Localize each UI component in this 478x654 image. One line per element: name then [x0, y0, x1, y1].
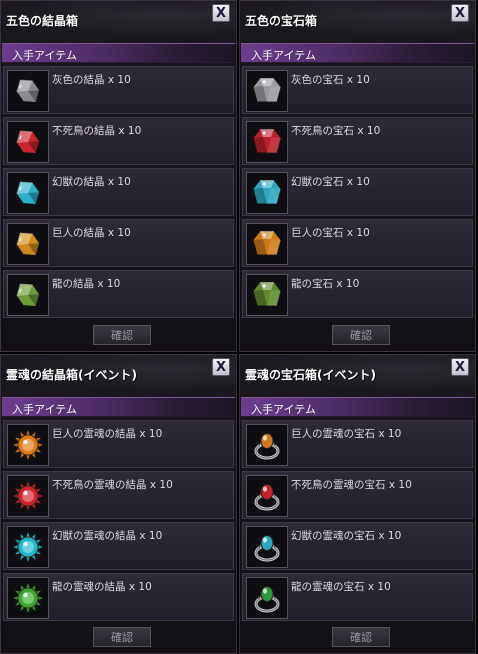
section-header: 入手アイテム	[2, 43, 235, 63]
list-item[interactable]: 巨人の宝石 x 10	[242, 219, 473, 267]
dragon-crystal-icon	[7, 274, 49, 316]
item-label: 龍の結晶 x 10	[52, 278, 121, 290]
giant-soul-crystal-icon	[7, 424, 49, 466]
list-item[interactable]: 巨人の霊魂の結晶 x 10	[3, 420, 234, 468]
list-item[interactable]: 幻獣の結晶 x 10	[3, 168, 234, 216]
window-title: 五色の宝石箱	[245, 14, 318, 28]
item-label: 巨人の霊魂の結晶 x 10	[52, 428, 163, 440]
item-list: 巨人の霊魂の宝石 x 10 不死鳥の霊魂の宝石 x 10 幻獣の霊魂の宝石 x …	[242, 420, 473, 624]
phantom-soul-crystal-icon	[7, 526, 49, 568]
phoenix-gem-icon	[246, 121, 288, 163]
window-title: 五色の結晶箱	[6, 14, 79, 28]
item-label: 灰色の結晶 x 10	[52, 74, 131, 86]
list-item[interactable]: 幻獣の霊魂の宝石 x 10	[242, 522, 473, 570]
item-label: 巨人の霊魂の宝石 x 10	[291, 428, 402, 440]
list-item[interactable]: 龍の結晶 x 10	[3, 270, 234, 318]
close-icon: X	[454, 5, 466, 21]
list-item[interactable]: 灰色の宝石 x 10	[242, 66, 473, 114]
list-item[interactable]: 不死鳥の霊魂の宝石 x 10	[242, 471, 473, 519]
list-item[interactable]: 巨人の霊魂の宝石 x 10	[242, 420, 473, 468]
item-label: 灰色の宝石 x 10	[291, 74, 370, 86]
confirm-label: 確認	[350, 329, 372, 342]
dragon-soul-crystal-icon	[7, 577, 49, 619]
gem-box-window: 五色の宝石箱 X 入手アイテム 灰色の宝石 x 10 不死鳥の宝石 x 10 幻…	[239, 0, 476, 352]
close-icon: X	[215, 5, 227, 21]
item-label: 幻獣の霊魂の結晶 x 10	[52, 530, 163, 542]
item-label: 巨人の結晶 x 10	[52, 227, 131, 239]
phantom-gem-icon	[246, 172, 288, 214]
giant-gem-icon	[246, 223, 288, 265]
list-item[interactable]: 不死鳥の結晶 x 10	[3, 117, 234, 165]
list-item[interactable]: 龍の霊魂の結晶 x 10	[3, 573, 234, 621]
window-title: 霊魂の宝石箱(イベント)	[245, 368, 376, 382]
section-label: 入手アイテム	[12, 49, 77, 62]
close-button[interactable]: X	[212, 4, 230, 22]
item-list: 灰色の宝石 x 10 不死鳥の宝石 x 10 幻獣の宝石 x 10 巨人の宝石 …	[242, 66, 473, 321]
item-label: 不死鳥の結晶 x 10	[52, 125, 142, 137]
phoenix-crystal-icon	[7, 121, 49, 163]
list-item[interactable]: 龍の宝石 x 10	[242, 270, 473, 318]
list-item[interactable]: 幻獣の宝石 x 10	[242, 168, 473, 216]
section-label: 入手アイテム	[251, 49, 316, 62]
section-header: 入手アイテム	[2, 397, 235, 417]
confirm-label: 確認	[111, 329, 133, 342]
confirm-button[interactable]: 確認	[332, 325, 390, 345]
item-label: 巨人の宝石 x 10	[291, 227, 370, 239]
soul-crystal-box-window: 霊魂の結晶箱(イベント) X 入手アイテム 巨人の霊魂の結晶 x 10 不死鳥の…	[0, 354, 237, 654]
crystal-box-window: 五色の結晶箱 X 入手アイテム 灰色の結晶 x 10 不死鳥の結晶 x 10 幻…	[0, 0, 237, 352]
phoenix-soul-ring-icon	[246, 475, 288, 517]
close-button[interactable]: X	[451, 4, 469, 22]
item-list: 灰色の結晶 x 10 不死鳥の結晶 x 10 幻獣の結晶 x 10 巨人の結晶 …	[3, 66, 234, 321]
item-label: 幻獣の霊魂の宝石 x 10	[291, 530, 402, 542]
item-label: 不死鳥の霊魂の結晶 x 10	[52, 479, 173, 491]
confirm-button[interactable]: 確認	[93, 627, 151, 647]
item-label: 龍の宝石 x 10	[291, 278, 360, 290]
confirm-button[interactable]: 確認	[332, 627, 390, 647]
soul-gem-box-window: 霊魂の宝石箱(イベント) X 入手アイテム 巨人の霊魂の宝石 x 10 不死鳥の…	[239, 354, 476, 654]
dragon-soul-ring-icon	[246, 577, 288, 619]
close-icon: X	[454, 359, 466, 375]
section-label: 入手アイテム	[12, 403, 77, 416]
phoenix-soul-crystal-icon	[7, 475, 49, 517]
close-button[interactable]: X	[451, 358, 469, 376]
close-button[interactable]: X	[212, 358, 230, 376]
item-label: 龍の霊魂の結晶 x 10	[52, 581, 152, 593]
item-label: 龍の霊魂の宝石 x 10	[291, 581, 391, 593]
close-icon: X	[215, 359, 227, 375]
gray-gem-icon	[246, 70, 288, 112]
list-item[interactable]: 不死鳥の宝石 x 10	[242, 117, 473, 165]
item-label: 幻獣の結晶 x 10	[52, 176, 131, 188]
giant-crystal-icon	[7, 223, 49, 265]
phantom-soul-ring-icon	[246, 526, 288, 568]
phantom-crystal-icon	[7, 172, 49, 214]
list-item[interactable]: 巨人の結晶 x 10	[3, 219, 234, 267]
list-item[interactable]: 灰色の結晶 x 10	[3, 66, 234, 114]
list-item[interactable]: 不死鳥の霊魂の結晶 x 10	[3, 471, 234, 519]
window-title: 霊魂の結晶箱(イベント)	[6, 368, 137, 382]
confirm-label: 確認	[350, 631, 372, 644]
confirm-label: 確認	[111, 631, 133, 644]
item-label: 不死鳥の宝石 x 10	[291, 125, 381, 137]
list-item[interactable]: 幻獣の霊魂の結晶 x 10	[3, 522, 234, 570]
section-label: 入手アイテム	[251, 403, 316, 416]
list-item[interactable]: 龍の霊魂の宝石 x 10	[242, 573, 473, 621]
dragon-gem-icon	[246, 274, 288, 316]
section-header: 入手アイテム	[241, 397, 474, 417]
item-label: 幻獣の宝石 x 10	[291, 176, 370, 188]
gray-crystal-icon	[7, 70, 49, 112]
item-label: 不死鳥の霊魂の宝石 x 10	[291, 479, 412, 491]
item-list: 巨人の霊魂の結晶 x 10 不死鳥の霊魂の結晶 x 10 幻獣の霊魂の結晶 x …	[3, 420, 234, 624]
confirm-button[interactable]: 確認	[93, 325, 151, 345]
giant-soul-ring-icon	[246, 424, 288, 466]
section-header: 入手アイテム	[241, 43, 474, 63]
